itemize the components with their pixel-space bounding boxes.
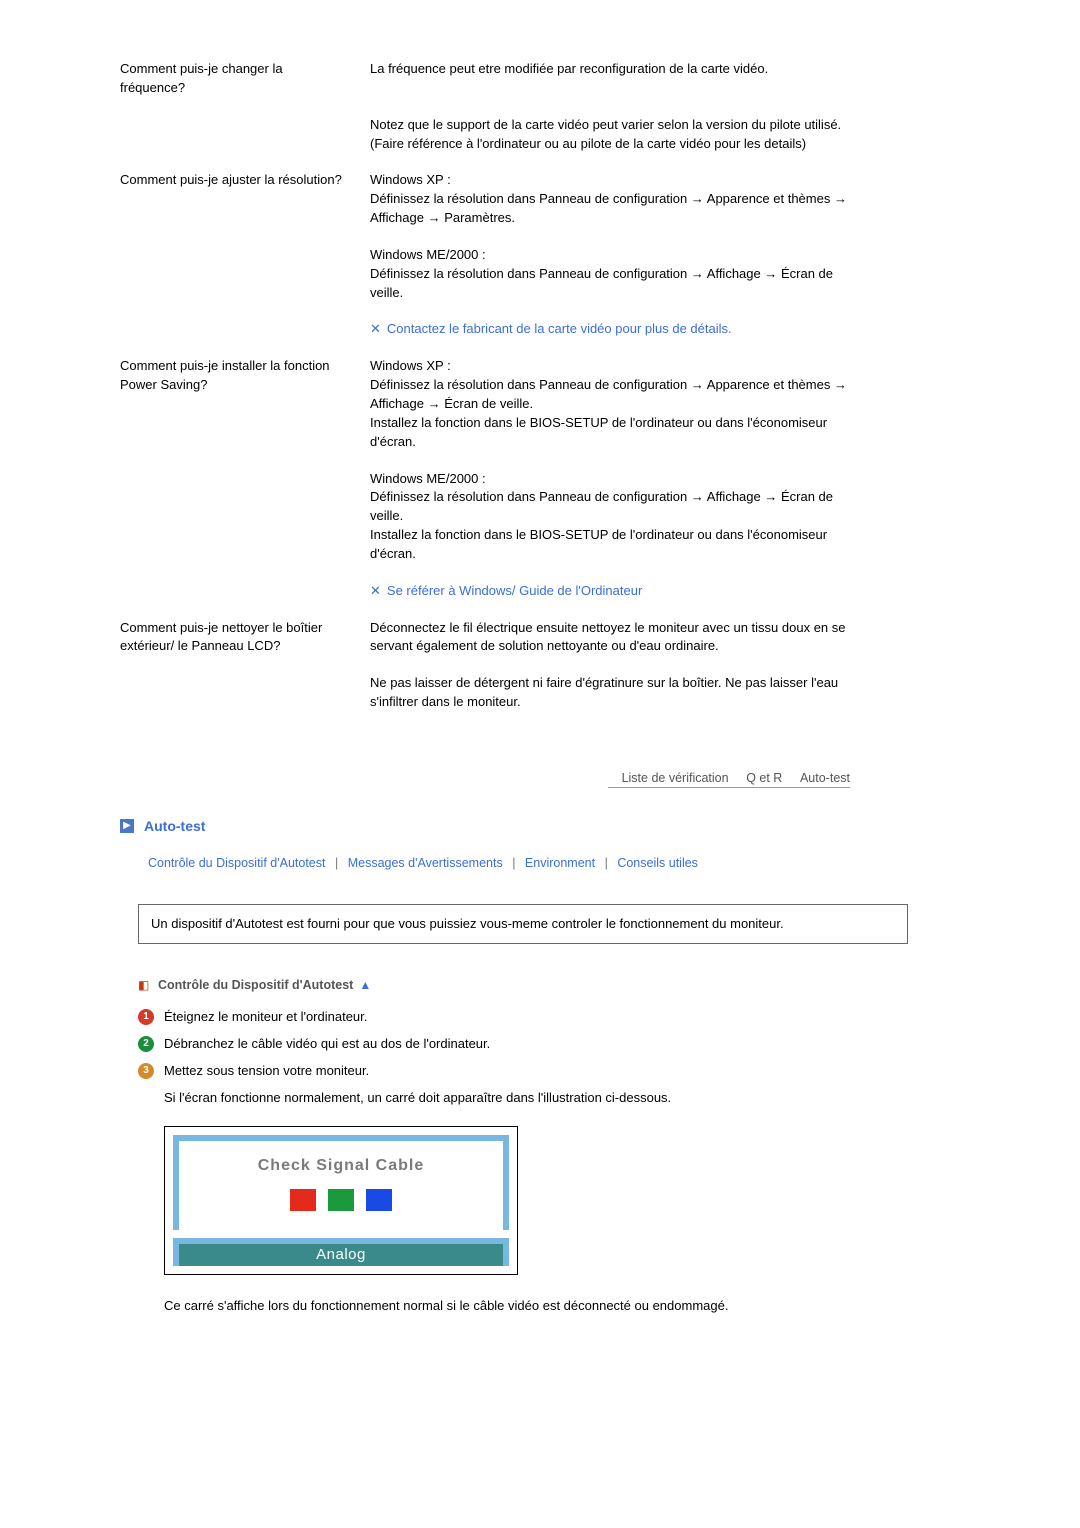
step-text: Mettez sous tension votre moniteur.	[164, 1062, 900, 1081]
step-number-3-icon: 3	[138, 1063, 154, 1079]
tab-verification[interactable]: Liste de vérification	[622, 771, 729, 785]
link-warnings[interactable]: Messages d'Avertissements	[348, 856, 503, 870]
note: ✕Se référer à Windows/ Guide de l'Ordina…	[370, 582, 960, 619]
answer: Windows XP : Définissez la résolution da…	[370, 357, 960, 469]
sub-heading-text: Contrôle du Dispositif d'Autotest	[158, 978, 353, 992]
question: Comment puis-je installer la fonction Po…	[120, 357, 370, 469]
answer: La fréquence peut etre modifiée par reco…	[370, 60, 960, 116]
answer: Windows XP : Définissez la résolution da…	[370, 171, 960, 246]
step-number-1-icon: 1	[138, 1009, 154, 1025]
illustration: Check Signal Cable Analog	[164, 1126, 518, 1275]
answer: Notez que le support de la carte vidéo p…	[370, 116, 960, 172]
section-heading: ▶ Auto-test	[120, 818, 960, 834]
note-icon: ✕	[370, 583, 381, 598]
red-square-icon	[290, 1189, 316, 1211]
question: Comment puis-je changer la fréquence?	[120, 60, 370, 116]
illustration-bar: Analog	[173, 1238, 509, 1266]
up-arrow-icon[interactable]: ▲	[359, 978, 371, 992]
qa-table: Comment puis-je changer la fréquence? La…	[120, 60, 960, 730]
steps-list: 1 Éteignez le moniteur et l'ordinateur. …	[138, 1008, 960, 1107]
tab-q-and-r[interactable]: Q et R	[746, 771, 782, 785]
sublinks: Contrôle du Dispositif d'Autotest | Mess…	[148, 856, 960, 870]
link-environment[interactable]: Environment	[525, 856, 595, 870]
info-box: Un dispositif d'Autotest est fourni pour…	[138, 904, 908, 944]
answer: Déconnectez le fil électrique ensuite ne…	[370, 619, 960, 675]
note-icon: ✕	[370, 321, 381, 336]
tabs: Liste de vérification Q et R Auto-test	[120, 770, 960, 788]
tab-auto-test[interactable]: Auto-test	[800, 771, 850, 785]
arrow-icon: ▶	[120, 819, 134, 833]
link-autotest[interactable]: Contrôle du Dispositif d'Autotest	[148, 856, 325, 870]
sub-heading: ◧ Contrôle du Dispositif d'Autotest ▲	[138, 978, 960, 992]
link-tips[interactable]: Conseils utiles	[617, 856, 698, 870]
green-square-icon	[328, 1189, 354, 1211]
question: Comment puis-je nettoyer le boîtier exté…	[120, 619, 370, 675]
answer: Windows ME/2000 : Définissez la résoluti…	[370, 246, 960, 321]
section-title: Auto-test	[144, 818, 205, 834]
illustration-caption: Ce carré s'affiche lors du fonctionnemen…	[164, 1297, 960, 1316]
note: ✕Contactez le fabricant de la carte vidé…	[370, 320, 960, 357]
step-text: Débranchez le câble vidéo qui est au dos…	[164, 1035, 960, 1054]
answer: Windows ME/2000 : Définissez la résoluti…	[370, 470, 960, 582]
question: Comment puis-je ajuster la résolution?	[120, 171, 370, 246]
step-number-2-icon: 2	[138, 1036, 154, 1052]
answer: Ne pas laisser de détergent ni faire d'é…	[370, 674, 960, 730]
step-extra-text: Si l'écran fonctionne normalement, un ca…	[164, 1089, 900, 1108]
step-text: Éteignez le moniteur et l'ordinateur.	[164, 1008, 960, 1027]
blue-square-icon	[366, 1189, 392, 1211]
bullet-icon: ◧	[138, 979, 150, 991]
illustration-title: Check Signal Cable	[179, 1141, 503, 1181]
